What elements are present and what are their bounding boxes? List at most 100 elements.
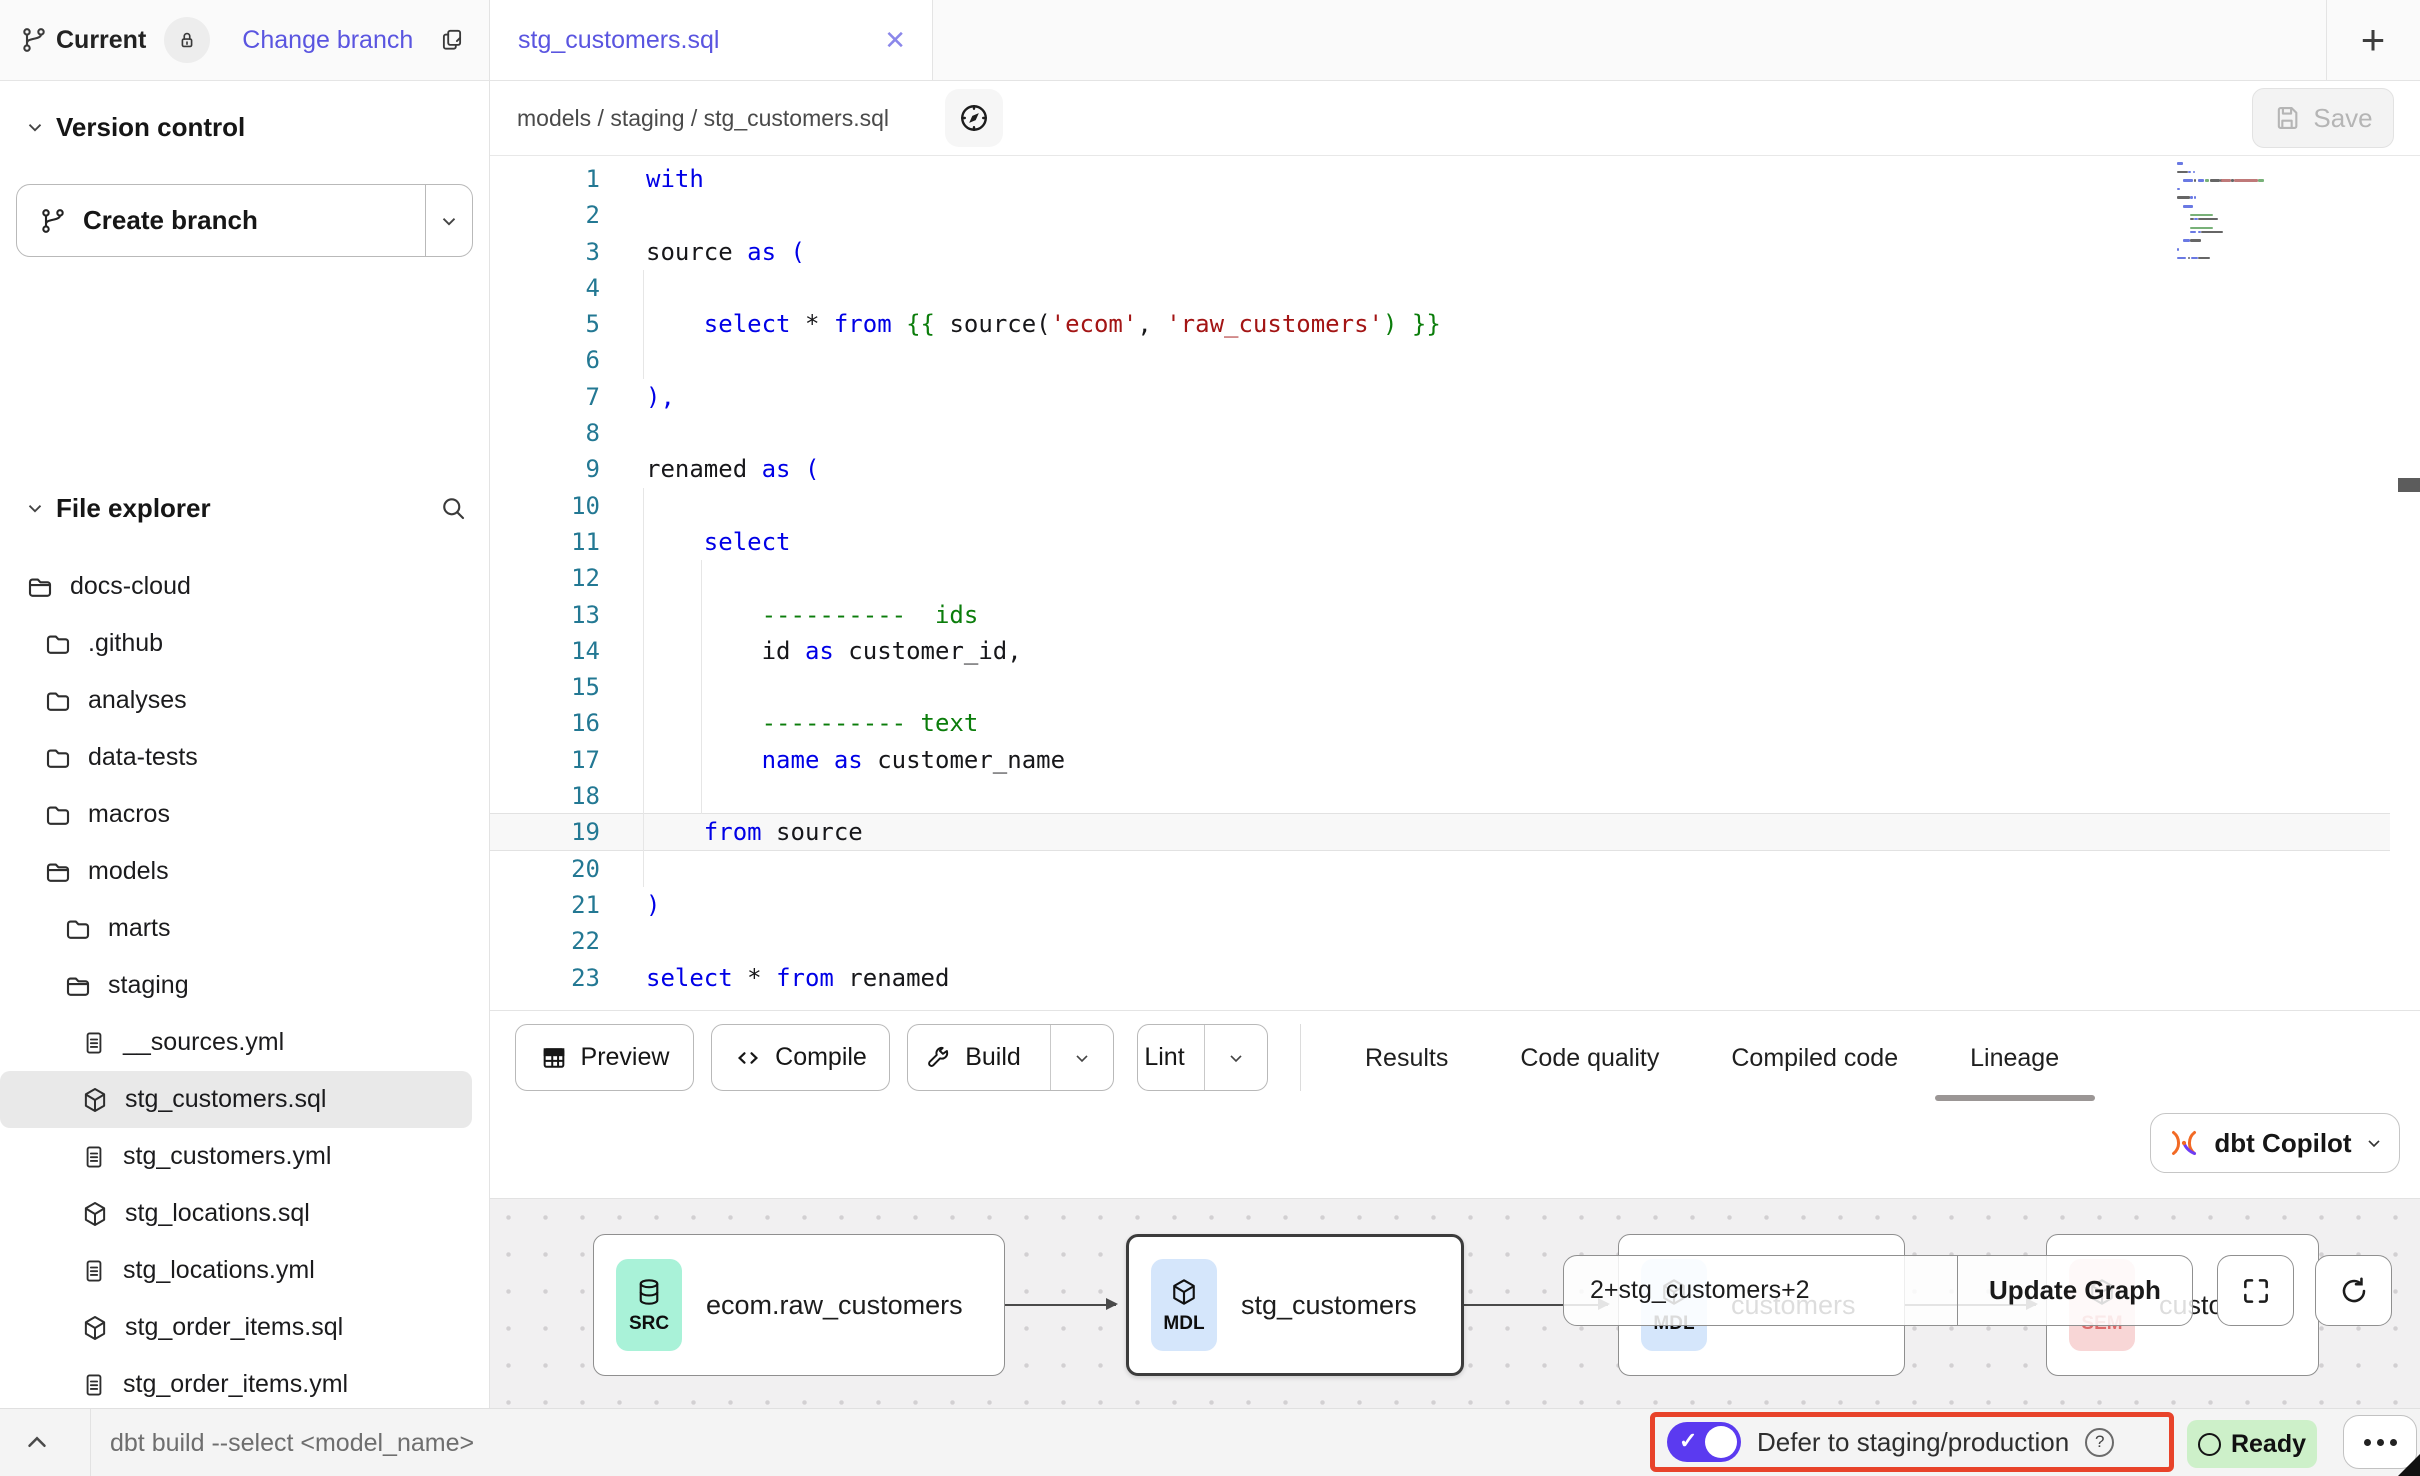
model-icon [80, 1085, 110, 1115]
create-branch-main[interactable]: Create branch [17, 185, 426, 256]
tree-item-macros[interactable]: macros [0, 786, 490, 843]
code-line-12[interactable]: 12 [490, 560, 2390, 596]
code-line-20[interactable]: 20 [490, 851, 2390, 887]
tab-stg-customers-sql[interactable]: stg_customers.sql ✕ [490, 0, 933, 80]
lineage-compass-button[interactable] [945, 89, 1003, 147]
code-line-7[interactable]: 7), [490, 379, 2390, 415]
lineage-node-ecom-raw-customers[interactable]: SRCecom.raw_customers [593, 1234, 1005, 1376]
tab-lineage[interactable]: Lineage [1970, 1011, 2059, 1105]
build-dropdown[interactable] [1050, 1025, 1113, 1090]
tree-item-staging[interactable]: staging [0, 957, 490, 1014]
tree-item-marts[interactable]: marts [0, 900, 490, 957]
defer-toggle[interactable]: ✓ [1667, 1422, 1741, 1462]
lineage-node-stg-customers[interactable]: MDLstg_customers [1126, 1234, 1464, 1376]
preview-button[interactable]: Preview [515, 1024, 694, 1091]
lineage-selector[interactable]: 2+stg_customers+2 Update Graph [1563, 1255, 2193, 1326]
minimap-line [2201, 231, 2223, 234]
code-line-21[interactable]: 21) [490, 887, 2390, 923]
resize-corner [2398, 1454, 2420, 1476]
line-number: 20 [490, 851, 600, 887]
minimap[interactable] [2177, 162, 2295, 272]
code-line-1[interactable]: 1with [490, 161, 2390, 197]
tree-item-stg-order-items-sql[interactable]: stg_order_items.sql [0, 1299, 490, 1356]
code-lines[interactable]: 1with23source as (45 select * from {{ so… [490, 161, 2390, 996]
tree-item-stg-customers-sql[interactable]: stg_customers.sql [0, 1071, 472, 1128]
lint-main[interactable]: Lint [1138, 1025, 1191, 1090]
code-line-9[interactable]: 9renamed as ( [490, 451, 2390, 487]
close-icon[interactable]: ✕ [884, 25, 906, 56]
tab-label: Code quality [1520, 1044, 1659, 1073]
tree-item-docs-cloud[interactable]: docs-cloud [0, 558, 490, 615]
create-branch-button[interactable]: Create branch [16, 184, 473, 257]
tree-item-stg-order-items-yml[interactable]: stg_order_items.yml [0, 1356, 490, 1413]
code-editor[interactable]: 1with23source as (45 select * from {{ so… [490, 156, 2420, 1010]
create-branch-dropdown[interactable] [426, 185, 472, 256]
tab-compiled-code[interactable]: Compiled code [1731, 1011, 1898, 1105]
code-line-5[interactable]: 5 select * from {{ source('ecom', 'raw_c… [490, 306, 2390, 342]
code-line-2[interactable]: 2 [490, 197, 2390, 233]
search-icon[interactable] [438, 493, 468, 523]
new-tab-button[interactable]: + [2327, 0, 2419, 80]
code-line-22[interactable]: 22 [490, 923, 2390, 959]
wrench-icon [924, 1044, 952, 1072]
file-icon [80, 1143, 108, 1171]
code-line-16[interactable]: 16 ---------- text [490, 705, 2390, 741]
file-explorer-section[interactable]: File explorer [0, 486, 490, 530]
sidebar: Version control Create branch File explo… [0, 81, 490, 1408]
tree-item--sources-yml[interactable]: __sources.yml [0, 1014, 490, 1071]
code-line-17[interactable]: 17 name as customer_name [490, 742, 2390, 778]
code-line-6[interactable]: 6 [490, 342, 2390, 378]
compile-button[interactable]: Compile [711, 1024, 890, 1091]
chevron-down-icon [1072, 1048, 1092, 1068]
code-text: ) [646, 887, 660, 923]
check-icon: ✓ [1679, 1428, 1697, 1454]
tree-item-models[interactable]: models [0, 843, 490, 900]
build-button[interactable]: Build [907, 1024, 1114, 1091]
help-icon[interactable]: ? [2085, 1428, 2114, 1457]
code-line-4[interactable]: 4 [490, 270, 2390, 306]
tree-item-data-tests[interactable]: data-tests [0, 729, 490, 786]
tree-item-stg-locations-yml[interactable]: stg_locations.yml [0, 1242, 490, 1299]
code-line-15[interactable]: 15 [490, 669, 2390, 705]
code-line-13[interactable]: 13 ---------- ids [490, 597, 2390, 633]
tree-item-analyses[interactable]: analyses [0, 672, 490, 729]
status-ready-badge[interactable]: Ready [2187, 1420, 2317, 1468]
code-icon [734, 1044, 762, 1072]
fullscreen-button[interactable] [2217, 1255, 2294, 1326]
code-line-19[interactable]: 19 from source [490, 814, 2390, 850]
collapse-panel-button[interactable] [22, 1427, 52, 1457]
minimap-line [2198, 218, 2219, 221]
lint-button[interactable]: Lint [1137, 1024, 1268, 1091]
dbt-copilot-button[interactable]: dbt Copilot [2150, 1113, 2400, 1173]
lineage-selector-input[interactable]: 2+stg_customers+2 [1564, 1256, 1958, 1325]
code-line-3[interactable]: 3source as ( [490, 234, 2390, 270]
code-line-18[interactable]: 18 [490, 778, 2390, 814]
update-graph-button[interactable]: Update Graph [1958, 1256, 2192, 1325]
folder-icon [43, 743, 73, 773]
dbt-command-input[interactable]: dbt build --select <model_name> [110, 1409, 474, 1476]
code-line-14[interactable]: 14 id as customer_id, [490, 633, 2390, 669]
code-line-11[interactable]: 11 select [490, 524, 2390, 560]
change-branch-link[interactable]: Change branch [242, 26, 413, 55]
editor-toolbar: Preview Compile Build Lint [490, 1010, 2420, 1104]
lineage-canvas[interactable]: SRCecom.raw_customersMDLstg_customersMDL… [490, 1198, 2420, 1408]
lint-dropdown[interactable] [1204, 1025, 1267, 1090]
tab-results[interactable]: Results [1365, 1011, 1448, 1105]
scrollbar-thumb[interactable] [2398, 478, 2420, 492]
code-line-23[interactable]: 23select * from renamed [490, 960, 2390, 996]
build-main[interactable]: Build [908, 1025, 1037, 1090]
code-line-8[interactable]: 8 [490, 415, 2390, 451]
tree-item--github[interactable]: .github [0, 615, 490, 672]
tab-code-quality[interactable]: Code quality [1520, 1011, 1659, 1105]
tree-item-stg-locations-sql[interactable]: stg_locations.sql [0, 1185, 490, 1242]
version-control-section[interactable]: Version control [0, 105, 490, 149]
minimap-line [2198, 257, 2211, 260]
copy-icon[interactable] [439, 27, 465, 53]
refresh-button[interactable] [2315, 1255, 2392, 1326]
tree-item-stg-customers-yml[interactable]: stg_customers.yml [0, 1128, 490, 1185]
tree-item-label: docs-cloud [70, 572, 191, 601]
minimap-line [2188, 171, 2191, 174]
code-line-10[interactable]: 10 [490, 488, 2390, 524]
code-text: ---------- ids [646, 597, 978, 633]
save-button[interactable]: Save [2252, 88, 2394, 148]
